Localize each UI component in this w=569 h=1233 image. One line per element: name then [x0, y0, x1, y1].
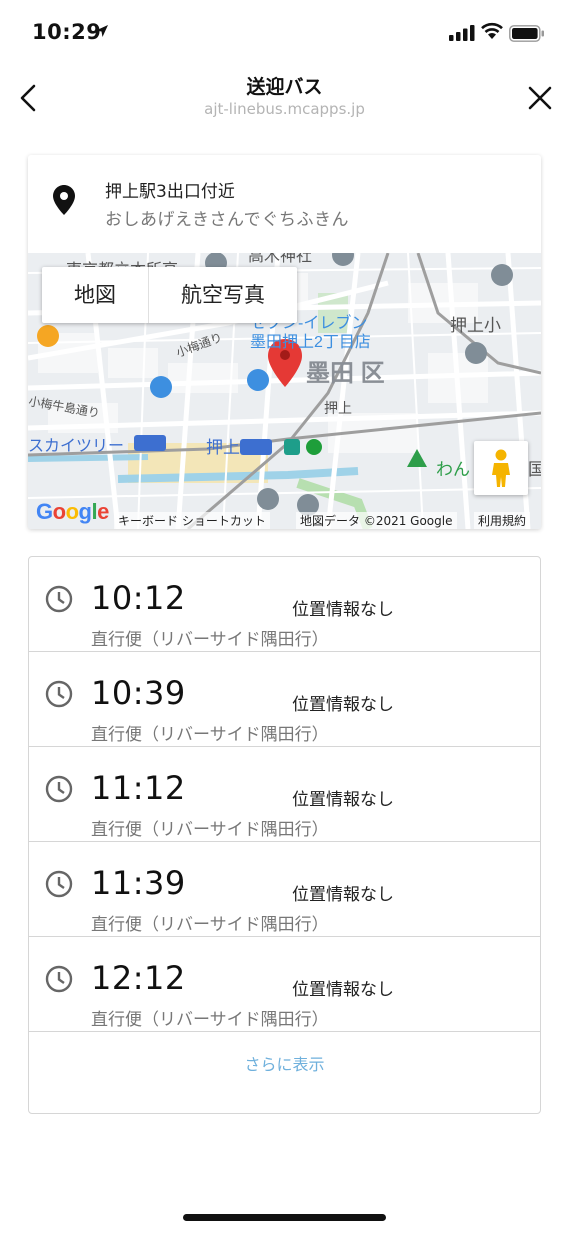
schedule-row[interactable]: 10:39 位置情報なし 直行便（リバーサイド隅田行） [29, 652, 540, 747]
clock-icon [45, 775, 73, 803]
page-url: ajt-linebus.mcapps.jp [204, 100, 365, 118]
show-more-button[interactable]: さらに表示 [29, 1032, 540, 1114]
stop-name: 押上駅3出口付近 [105, 182, 235, 202]
location-pin-icon [53, 185, 75, 215]
google-logo: Google [36, 499, 109, 524]
location-status: 位置情報なし [292, 600, 394, 620]
route-name: 直行便（リバーサイド隅田行） [91, 630, 329, 650]
pegman-icon [492, 449, 510, 487]
label-seven2: 墨田押上2丁目店 [250, 333, 371, 351]
schedule-row[interactable]: 11:12 位置情報なし 直行便（リバーサイド隅田行） [29, 747, 540, 842]
street-view-button[interactable] [474, 441, 528, 495]
location-status: 位置情報なし [292, 790, 394, 810]
label-oshiage: 押上 [324, 400, 352, 416]
map-data-attribution: 地図データ ©2021 Google [296, 512, 457, 529]
status-time: 10:29 [32, 20, 102, 44]
route-name: 直行便（リバーサイド隅田行） [91, 820, 329, 840]
label-skytree: スカイツリー [28, 438, 124, 455]
terms-link[interactable]: 利用規約 [474, 512, 531, 529]
location-status: 位置情報なし [292, 695, 394, 715]
schedule-row[interactable]: 10:12 位置情報なし 直行便（リバーサイド隅田行） [29, 557, 540, 652]
departure-time: 10:39 [91, 674, 186, 712]
map-tab-satellite[interactable]: 航空写真 [149, 267, 297, 323]
nav-header: 送迎バス ajt-linebus.mcapps.jp [0, 66, 569, 130]
schedule-list: 10:12 位置情報なし 直行便（リバーサイド隅田行） 10:39 位置情報なし… [28, 556, 541, 1114]
label-oshiage-station: 押上 [206, 438, 240, 457]
label-koku: 国 [528, 460, 541, 479]
location-status: 位置情報なし [292, 885, 394, 905]
home-indicator [183, 1214, 386, 1221]
page-title: 送迎バス [246, 76, 323, 98]
stop-kana: おしあげえきさんでぐちふきん [105, 210, 349, 230]
route-name: 直行便（リバーサイド隅田行） [91, 915, 329, 935]
route-name: 直行便（リバーサイド隅田行） [91, 725, 329, 745]
map-type-toggle: 地図 航空写真 [42, 267, 297, 323]
cellular-signal-icon [449, 25, 475, 41]
map-view[interactable]: セブン-イレブン 墨田押上2丁目店 墨田 区 押上 押上 押上小 スカイツリー … [28, 253, 541, 529]
clock-icon [45, 680, 73, 708]
label-takagi: 高木神社 [248, 253, 312, 265]
route-name: 直行便（リバーサイド隅田行） [91, 1010, 329, 1030]
wifi-icon [481, 22, 503, 39]
map-footer: Google キーボード ショートカット 地図データ ©2021 Google … [28, 499, 541, 529]
stop-card: 押上駅3出口付近 おしあげえきさんでぐちふきん セブン-イレブン 墨田押上2丁目… [28, 155, 541, 529]
departure-time: 10:12 [91, 579, 186, 617]
schedule-row[interactable]: 12:12 位置情報なし 直行便（リバーサイド隅田行） [29, 937, 540, 1032]
clock-icon [45, 965, 73, 993]
location-status: 位置情報なし [292, 980, 394, 1000]
clock-icon [45, 585, 73, 613]
map-tab-map[interactable]: 地図 [42, 267, 148, 323]
departure-time: 12:12 [91, 959, 186, 997]
label-ward: 墨田 区 [306, 360, 385, 387]
departure-time: 11:39 [91, 864, 186, 902]
label-oshiage-sho: 押上小 [450, 316, 501, 335]
label-wan: わん [436, 460, 470, 479]
status-bar: 10:29 [0, 0, 569, 66]
schedule-row[interactable]: 11:39 位置情報なし 直行便（リバーサイド隅田行） [29, 842, 540, 937]
clock-icon [45, 870, 73, 898]
battery-icon [509, 25, 544, 42]
location-arrow-icon [96, 25, 108, 37]
close-icon[interactable] [524, 82, 556, 114]
departure-time: 11:12 [91, 769, 186, 807]
keyboard-shortcuts-link[interactable]: キーボード ショートカット [114, 512, 270, 529]
